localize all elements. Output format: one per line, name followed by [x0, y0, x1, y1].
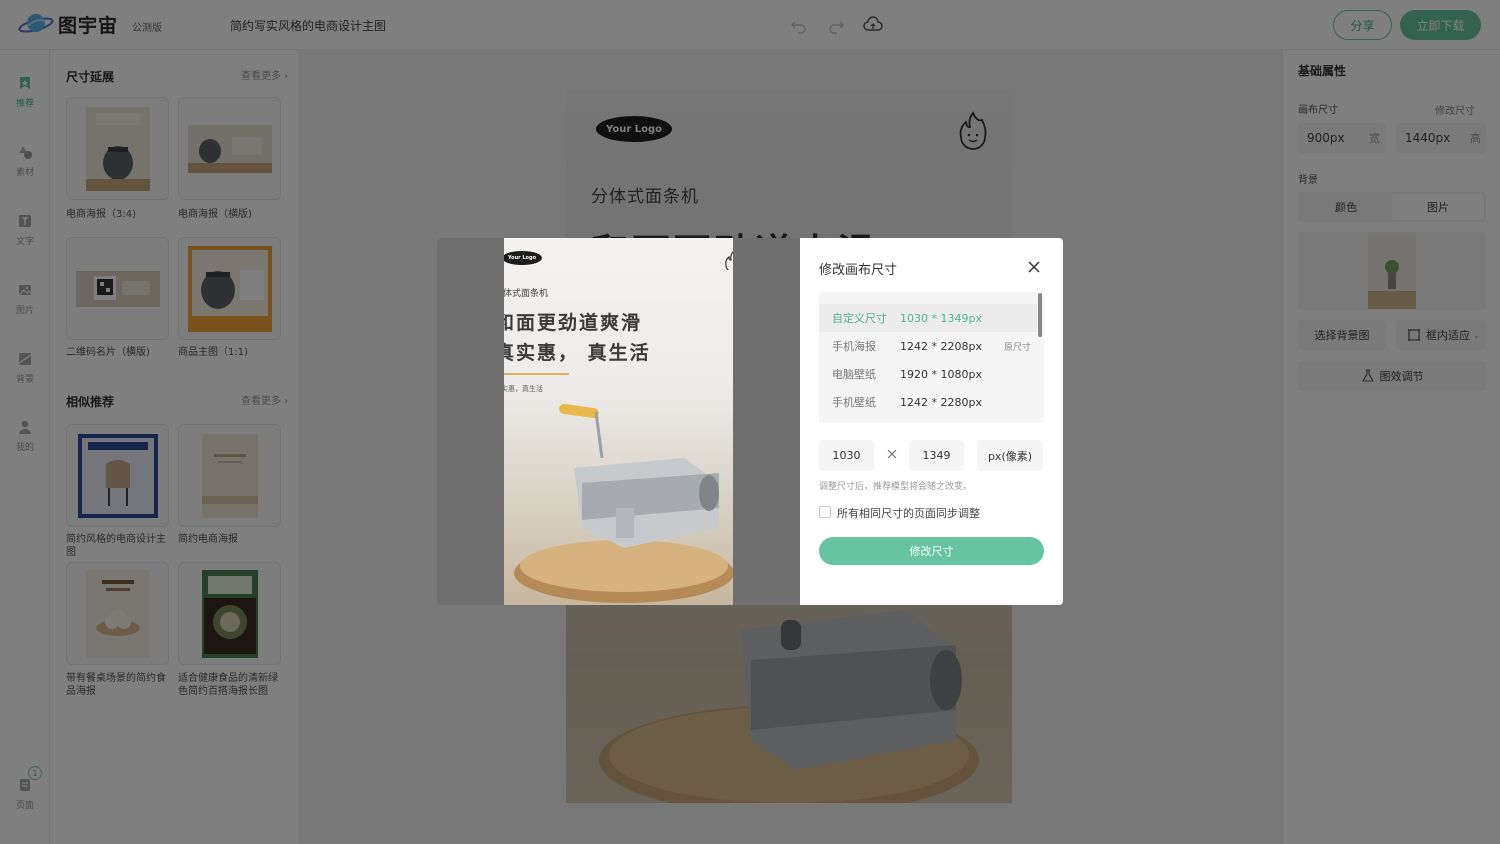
flame-face-icon — [725, 251, 733, 270]
size-option-phone-poster[interactable]: 手机海报 1242 * 2208px 原尺寸 — [819, 332, 1037, 360]
sync-checkbox[interactable] — [819, 506, 831, 518]
width-input[interactable] — [819, 440, 874, 471]
times-icon — [887, 449, 897, 459]
size-option-phone-wallpaper[interactable]: 手机壁纸 1242 * 2280px — [819, 388, 1037, 416]
list-scrollbar[interactable] — [1038, 293, 1042, 337]
resize-canvas-dialog: 修改画布尺寸 自定义尺寸 1030 * 1349px 手机海报 1242 * 2… — [800, 238, 1063, 605]
resize-tip: 调整尺寸后，推荐模型将会随之改变。 — [819, 482, 973, 492]
close-icon[interactable] — [1025, 258, 1043, 276]
dialog-title: 修改画布尺寸 — [819, 263, 898, 278]
unit-select[interactable]: px(像素) — [977, 440, 1043, 471]
preview-poster: Your Logo 分体式面条机 和面更劲道爽滑 真实惠， 真生活 真实惠，真生… — [504, 238, 733, 605]
resize-preview: Your Logo 分体式面条机 和面更劲道爽滑 真实惠， 真生活 真实惠，真生… — [437, 238, 800, 605]
pasta-machine-image — [514, 403, 733, 603]
preview-small-text: 真实惠，真生活 — [504, 385, 543, 393]
preview-subtitle: 分体式面条机 — [504, 289, 549, 299]
preview-accent-line — [504, 373, 569, 375]
height-input[interactable] — [909, 440, 964, 471]
size-option-custom[interactable]: 自定义尺寸 1030 * 1349px — [819, 304, 1037, 332]
original-size-tag: 原尺寸 — [1004, 342, 1032, 353]
apply-resize-button[interactable]: 修改尺寸 — [819, 537, 1044, 565]
preview-logo: Your Logo — [504, 251, 542, 265]
size-preset-list: 自定义尺寸 1030 * 1349px 手机海报 1242 * 2208px 原… — [819, 292, 1044, 423]
size-option-desktop-wallpaper[interactable]: 电脑壁纸 1920 * 1080px — [819, 360, 1037, 388]
preview-headline: 和面更劲道爽滑 真实惠， 真生活 — [504, 312, 651, 364]
sync-checkbox-label[interactable]: 所有相同尺寸的页面同步调整 — [837, 505, 980, 521]
